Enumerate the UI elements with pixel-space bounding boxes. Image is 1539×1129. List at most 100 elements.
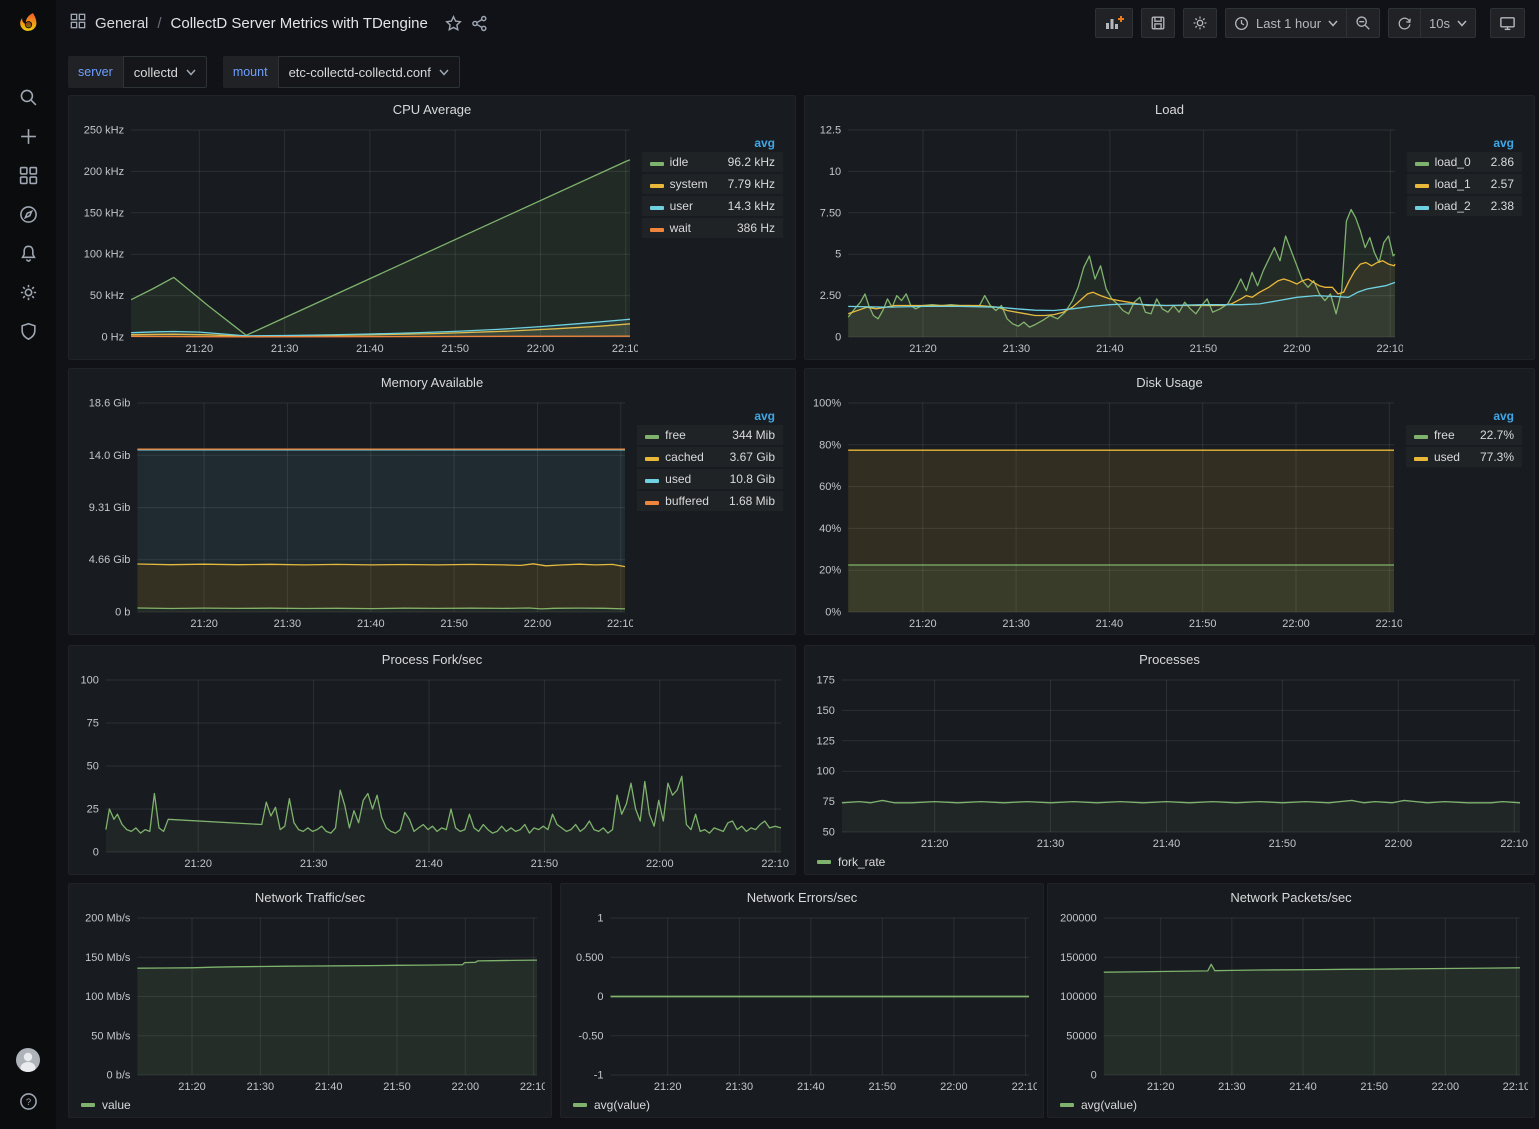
legend-swatch [650,206,664,210]
avatar[interactable] [15,1047,41,1078]
legend-item-fork_rate[interactable]: fork_rate [838,855,885,869]
chart-cpu-average[interactable]: 21:2021:3021:4021:5022:0022:100 Hz50 kHz… [75,122,638,357]
legend-avg-header[interactable]: avg [1473,136,1522,150]
search-icon[interactable] [0,78,56,117]
refresh-interval-label: 10s [1429,16,1450,31]
kiosk-tv-button[interactable] [1490,8,1525,38]
panel-title[interactable]: Process Fork/sec [69,646,795,672]
chart-network-packets[interactable]: 21:2021:3021:4021:5022:0022:100500001000… [1054,910,1528,1095]
add-panel-button[interactable] [1095,8,1133,38]
panel-title[interactable]: Disk Usage [805,369,1534,395]
panel-title[interactable]: Network Errors/sec [561,884,1043,910]
legend-item-load_1[interactable]: load_12.57 [1407,174,1522,194]
svg-text:21:50: 21:50 [1269,838,1297,850]
variable-server-value[interactable]: collectd [123,56,207,88]
svg-text:22:10: 22:10 [520,1081,545,1093]
refresh-interval-dropdown[interactable]: 10s [1420,8,1476,38]
legend-item-buffered[interactable]: buffered1.68 Mib [637,491,783,511]
grafana-logo[interactable] [0,0,56,48]
legend-avg-header[interactable]: avg [710,136,783,150]
svg-text:18.6 Gib: 18.6 Gib [89,398,131,410]
share-icon[interactable] [471,15,488,32]
svg-text:200 kHz: 200 kHz [84,166,124,178]
chart-process-fork[interactable]: 21:2021:3021:4021:5022:0022:100255075100 [75,672,789,872]
svg-text:21:20: 21:20 [178,1081,206,1093]
refresh-button[interactable] [1388,8,1420,38]
chart-load[interactable]: 21:2021:3021:4021:5022:0022:1002.5057.50… [811,122,1403,357]
svg-text:5: 5 [835,249,841,261]
dashboard-title[interactable]: CollectD Server Metrics with TDengine [171,15,428,32]
legend-item-avg(value)[interactable]: avg(value) [594,1098,650,1112]
legend-item-user[interactable]: user14.3 kHz [642,196,783,216]
svg-text:22:00: 22:00 [1282,618,1310,630]
dashboards-grid-icon[interactable] [0,156,56,195]
legend-swatch [1060,1103,1074,1107]
svg-text:22:00: 22:00 [1385,838,1413,850]
legend-item-used[interactable]: used77.3% [1406,447,1522,467]
legend-item-idle[interactable]: idle96.2 kHz [642,152,783,172]
legend-swatch [1415,184,1429,188]
svg-text:0: 0 [93,847,99,859]
compass-icon[interactable] [0,195,56,234]
bell-icon[interactable] [0,234,56,273]
svg-text:21:30: 21:30 [271,343,299,355]
panel-title[interactable]: Processes [805,646,1534,672]
svg-text:0: 0 [1091,1070,1097,1082]
help-icon[interactable]: ? [0,1092,56,1111]
legend-item-load_0[interactable]: load_02.86 [1407,152,1522,172]
chart-processes[interactable]: 21:2021:3021:4021:5022:0022:105075100125… [811,672,1528,852]
legend-avg-header[interactable]: avg [1462,409,1522,423]
legend-item-wait[interactable]: wait386 Hz [642,218,783,238]
chart-memory-available[interactable]: 21:2021:3021:4021:5022:0022:100 b4.66 Gi… [75,395,633,632]
legend-item-value[interactable]: value [102,1098,131,1112]
svg-text:21:40: 21:40 [315,1081,343,1093]
panel-title[interactable]: Network Traffic/sec [69,884,551,910]
chart-network-traffic[interactable]: 21:2021:3021:4021:5022:0022:100 b/s50 Mb… [75,910,545,1095]
chart-disk-usage[interactable]: 21:2021:3021:4021:5022:0022:100%20%40%60… [811,395,1402,632]
chart-network-errors[interactable]: 21:2021:3021:4021:5022:0022:10-1-0.5000.… [567,910,1037,1095]
svg-text:75: 75 [823,796,835,808]
breadcrumb-section[interactable]: General [95,15,148,32]
panel-title[interactable]: Network Packets/sec [1048,884,1534,910]
svg-text:22:10: 22:10 [607,618,633,630]
plus-icon[interactable] [0,117,56,156]
panel-title[interactable]: Load [805,96,1534,122]
panel-network-errors: Network Errors/sec 21:2021:3021:4021:502… [560,883,1044,1118]
clock-icon [1234,16,1249,31]
svg-text:21:40: 21:40 [415,858,443,870]
svg-text:21:40: 21:40 [1096,618,1124,630]
legend-item-free[interactable]: free344 Mib [637,425,783,445]
panel-title[interactable]: Memory Available [69,369,795,395]
svg-text:21:20: 21:20 [909,618,937,630]
svg-text:21:50: 21:50 [383,1081,411,1093]
panel-memory-available: Memory Available 21:2021:3021:4021:5022:… [68,368,796,635]
legend-swatch [645,435,659,439]
grafana-dashboard: ? General / CollectD Server Metrics with… [0,0,1539,1129]
zoom-out-button[interactable] [1346,8,1380,38]
time-range-picker[interactable]: Last 1 hour [1225,8,1346,38]
legend-avg-header[interactable]: avg [711,409,783,423]
chevron-down-icon [186,69,196,76]
svg-text:200000: 200000 [1060,913,1097,925]
star-icon[interactable] [445,15,462,32]
apps-grid-icon[interactable] [70,13,86,33]
legend-item-used[interactable]: used10.8 Gib [637,469,783,489]
legend-item-system[interactable]: system7.79 kHz [642,174,783,194]
dashboard-settings-button[interactable] [1183,8,1217,38]
legend-item-load_2[interactable]: load_22.38 [1407,196,1522,216]
chart-svg: 21:2021:3021:4021:5022:0022:100500001000… [1054,910,1528,1095]
panel-title[interactable]: CPU Average [69,96,795,122]
time-picker-group: Last 1 hour [1225,8,1380,38]
legend-item-cached[interactable]: cached3.67 Gib [637,447,783,467]
svg-text:0 b/s: 0 b/s [107,1070,131,1082]
svg-text:21:40: 21:40 [1096,343,1124,355]
legend-item-free[interactable]: free22.7% [1406,425,1522,445]
legend-item-avg(value)[interactable]: avg(value) [1081,1098,1137,1112]
shield-icon[interactable] [0,312,56,351]
gear-icon[interactable] [0,273,56,312]
save-dashboard-button[interactable] [1141,8,1175,38]
legend-swatch [573,1103,587,1107]
variable-mount-value[interactable]: etc-collectd-collectd.conf [278,56,460,88]
chevron-down-icon [1328,20,1338,27]
svg-text:25: 25 [87,804,99,816]
